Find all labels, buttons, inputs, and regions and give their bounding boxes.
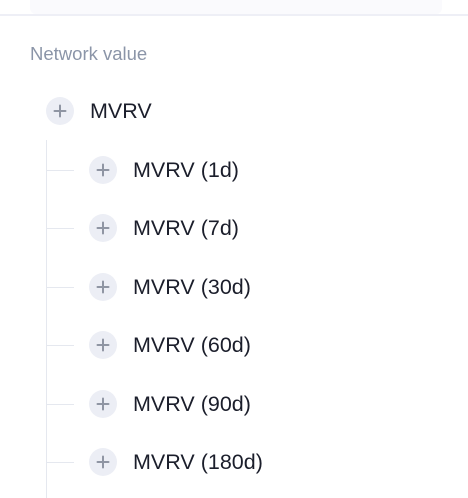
tree-item-label: MVRV (180d) bbox=[133, 450, 263, 474]
tree-branch-line bbox=[46, 404, 74, 405]
expand-button[interactable] bbox=[89, 448, 117, 476]
plus-icon bbox=[96, 163, 110, 177]
plus-icon bbox=[96, 397, 110, 411]
plus-icon bbox=[96, 280, 110, 294]
tree-item-mvrv-180d[interactable]: MVRV (180d) bbox=[89, 447, 263, 477]
expand-button[interactable] bbox=[89, 156, 117, 184]
tree-root-item-mvrv[interactable]: MVRV bbox=[46, 96, 152, 126]
tree-item-label: MVRV bbox=[90, 99, 152, 123]
top-divider bbox=[0, 14, 468, 16]
tree-item-label: MVRV (7d) bbox=[133, 216, 239, 240]
tree-item-label: MVRV (90d) bbox=[133, 392, 251, 416]
tree-item-label: MVRV (60d) bbox=[133, 333, 251, 357]
metrics-tree-panel: Network value MVRV MVRV (1d) MVRV (7d) M… bbox=[0, 0, 468, 498]
plus-icon bbox=[96, 455, 110, 469]
tree-branch-line bbox=[46, 287, 74, 288]
expand-button[interactable] bbox=[89, 214, 117, 242]
tree-branch-line bbox=[46, 462, 74, 463]
tree-item-label: MVRV (1d) bbox=[133, 158, 239, 182]
tree-vertical-line bbox=[46, 140, 47, 498]
expand-button[interactable] bbox=[89, 331, 117, 359]
expand-button[interactable] bbox=[89, 273, 117, 301]
expand-button[interactable] bbox=[46, 97, 74, 125]
expand-button[interactable] bbox=[89, 390, 117, 418]
tree-item-mvrv-90d[interactable]: MVRV (90d) bbox=[89, 389, 251, 419]
tree-item-mvrv-30d[interactable]: MVRV (30d) bbox=[89, 272, 251, 302]
tree-item-mvrv-1d[interactable]: MVRV (1d) bbox=[89, 155, 239, 185]
plus-icon bbox=[96, 221, 110, 235]
tree-item-mvrv-7d[interactable]: MVRV (7d) bbox=[89, 213, 239, 243]
plus-icon bbox=[53, 104, 67, 118]
tree-branch-line bbox=[46, 170, 74, 171]
plus-icon bbox=[96, 338, 110, 352]
tree-branch-line bbox=[46, 228, 74, 229]
tree-branch-line bbox=[46, 345, 74, 346]
section-title: Network value bbox=[30, 43, 148, 64]
tree-item-label: MVRV (30d) bbox=[133, 275, 251, 299]
top-panel bbox=[30, 0, 442, 14]
tree-item-mvrv-60d[interactable]: MVRV (60d) bbox=[89, 330, 251, 360]
